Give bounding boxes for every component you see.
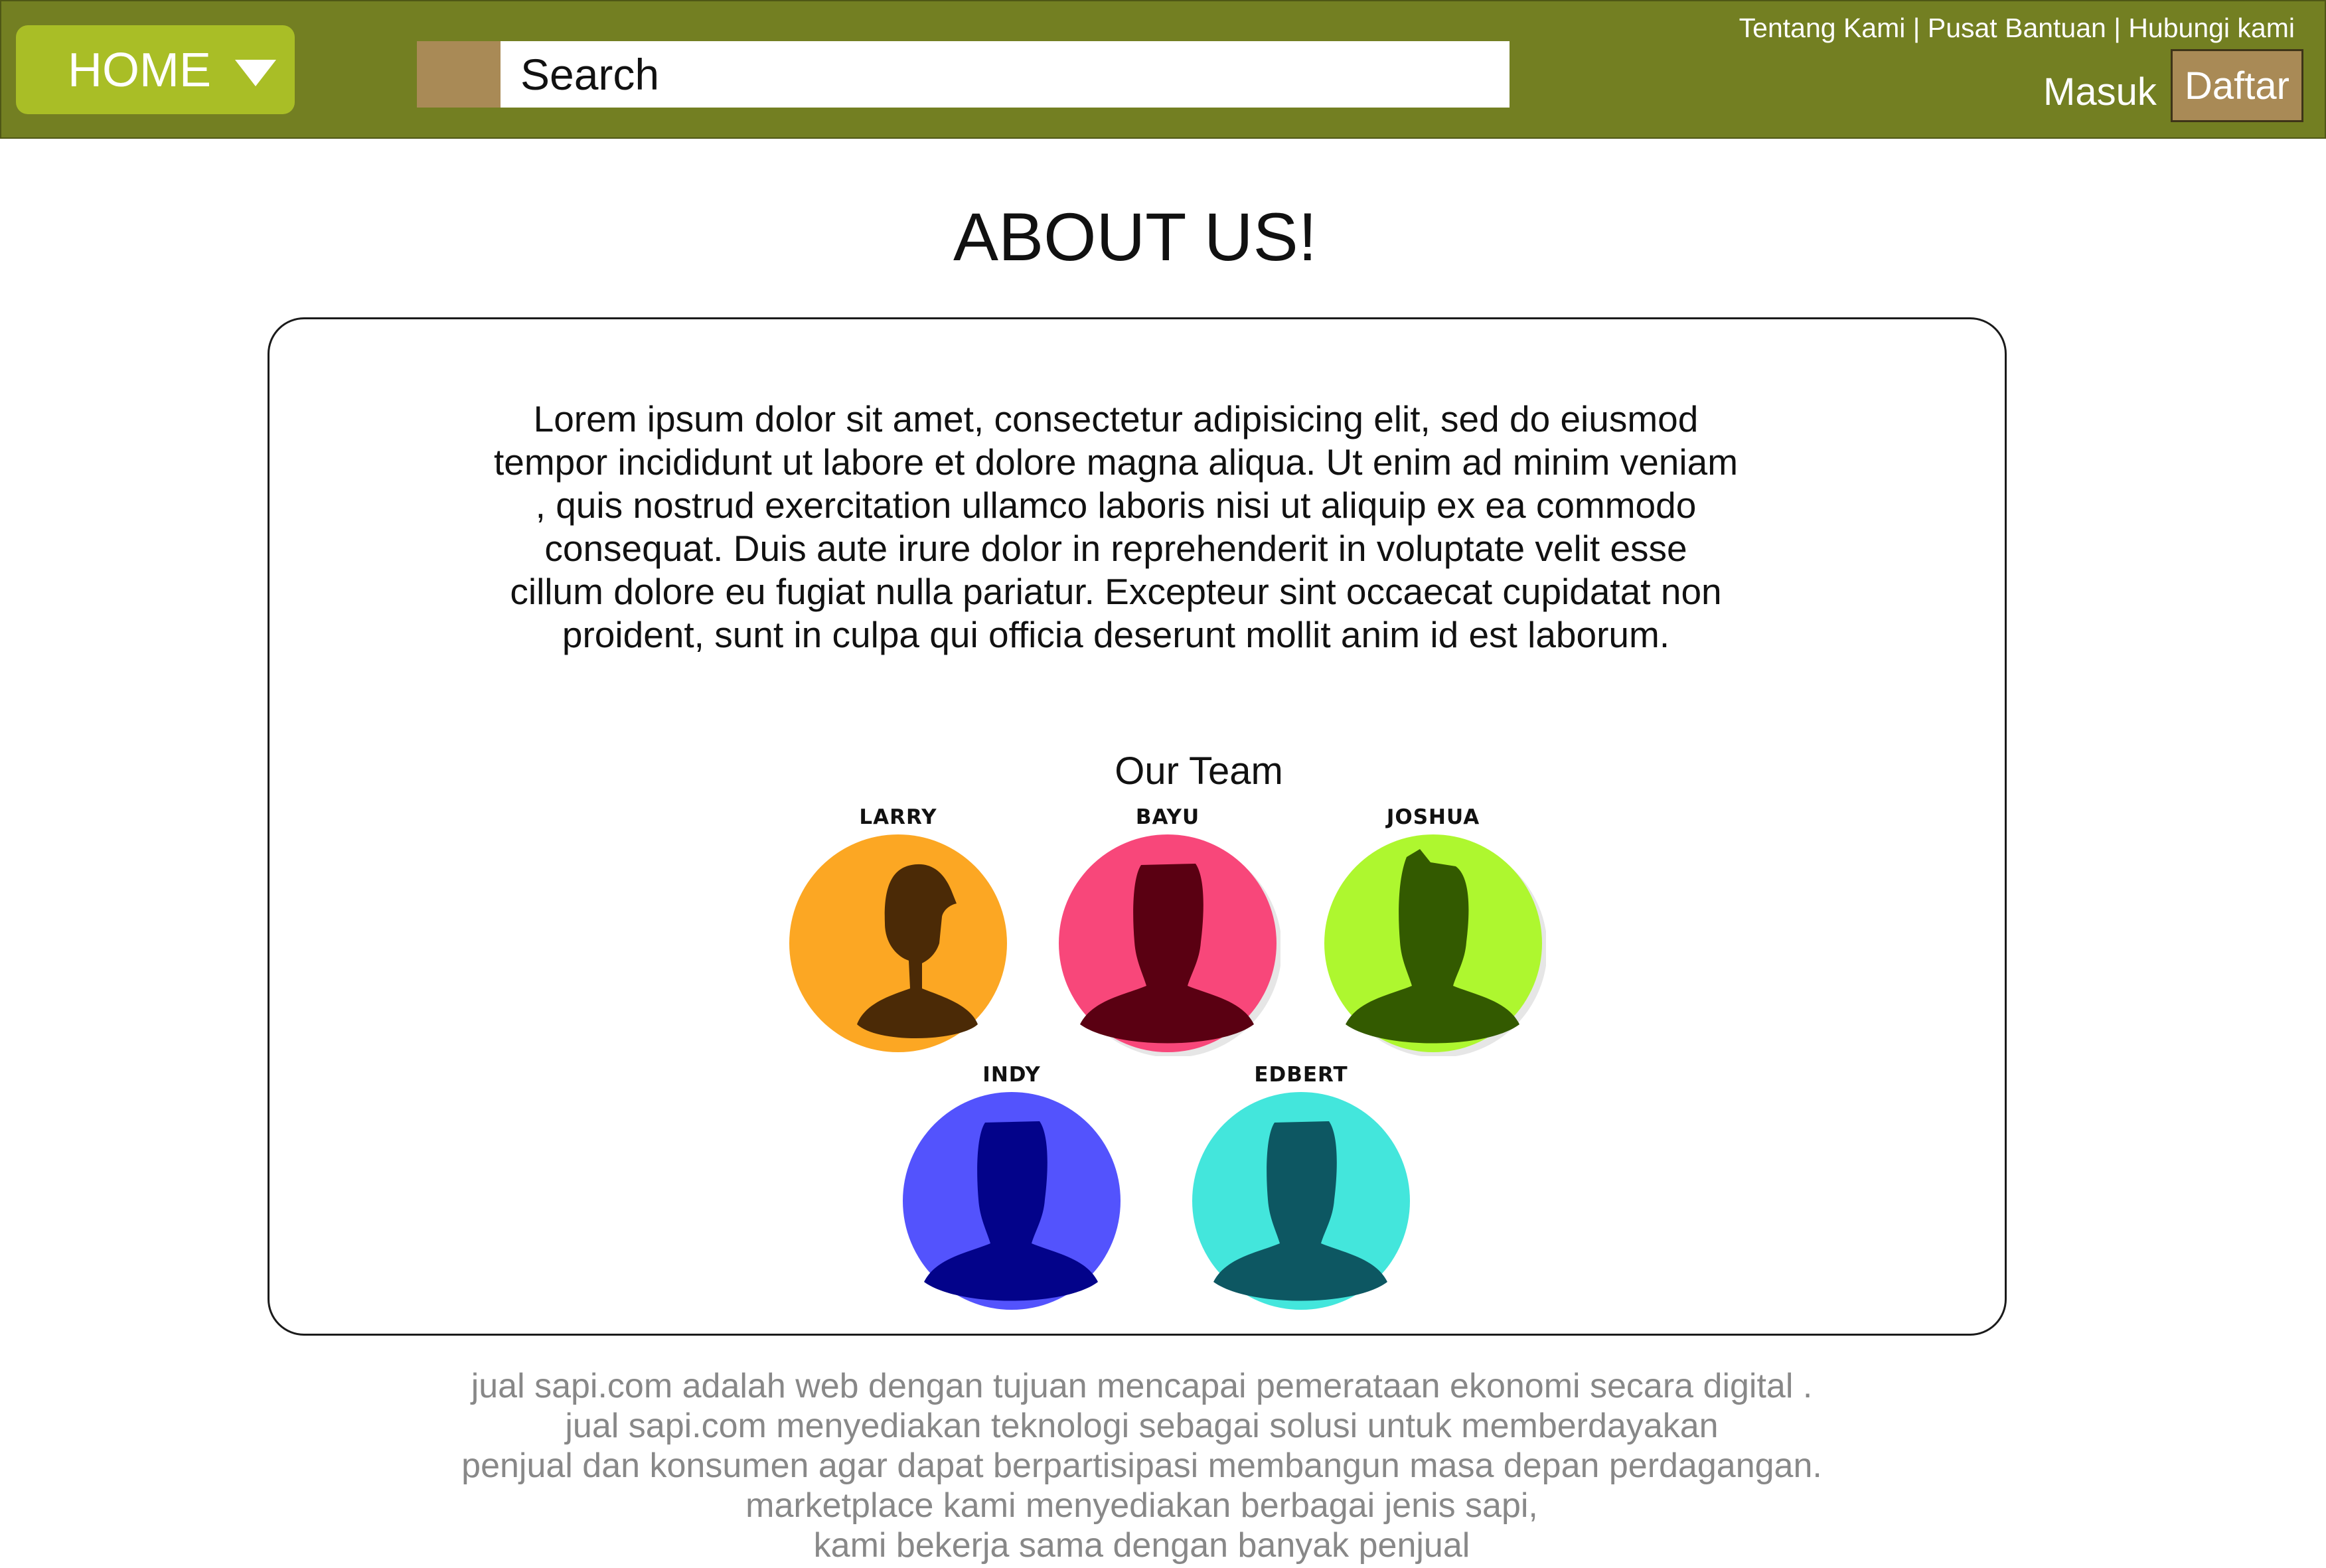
search-color-block [417,41,501,108]
about-line: penjual dan konsumen agar dapat berparti… [461,1447,1822,1485]
person-icon [1324,834,1546,1056]
member-name: EDBERT [1254,1063,1348,1087]
about-line: jual sapi.com adalah web dengan tujuan m… [471,1367,1813,1405]
link-separator: | [2114,13,2121,43]
description-line: , quis nostrud exercitation ullamco labo… [535,485,1697,526]
member-name: LARRY [859,805,937,829]
page-title: ABOUT US! [953,199,1317,275]
home-dropdown-button[interactable]: HOME [16,25,295,114]
home-label: HOME [68,44,211,97]
about-description: Lorem ipsum dolor sit amet, consectetur … [442,398,1790,657]
about-card: Lorem ipsum dolor sit amet, consectetur … [268,317,2007,1336]
member-name: INDY [982,1063,1041,1087]
description-line: tempor incididunt ut labore et dolore ma… [493,441,1739,483]
chevron-down-icon [235,60,276,86]
top-links: Tentang Kami | Pusat Bantuan | Hubungi k… [1739,12,2295,44]
site-about-text: jual sapi.com adalah web dengan tujuan m… [0,1366,2284,1565]
about-line: marketplace kami menyediakan berbagai je… [745,1486,1538,1525]
register-button[interactable]: Daftar [2171,49,2303,122]
about-line: jual sapi.com menyediakan teknologi seba… [565,1407,1719,1445]
member-name: BAYU [1135,805,1200,829]
person-icon [1192,1092,1410,1310]
team-title: Our Team [1115,749,1283,793]
description-line: consequat. Duis aute irure dolor in repr… [544,528,1687,569]
link-hubungi-kami[interactable]: Hubungi kami [2128,13,2295,43]
person-icon [1059,834,1280,1056]
member-name: JOSHUA [1386,805,1480,829]
link-tentang-kami[interactable]: Tentang Kami [1739,13,1906,43]
about-line: kami bekerja sama dengan banyak penjual [813,1526,1470,1565]
link-pusat-bantuan[interactable]: Pusat Bantuan [1928,13,2106,43]
person-icon [903,1092,1121,1310]
description-line: cillum dolore eu fugiat nulla pariatur. … [510,571,1722,612]
login-link[interactable]: Masuk [2043,69,2157,116]
search-input[interactable] [501,41,1510,108]
top-navbar: HOME Tentang Kami | Pusat Bantuan | Hubu… [0,0,2326,139]
description-line: proident, sunt in culpa qui officia dese… [562,614,1670,655]
person-female-icon [789,834,1007,1052]
description-line: Lorem ipsum dolor sit amet, consectetur … [533,398,1699,439]
link-separator: | [1912,13,1920,43]
